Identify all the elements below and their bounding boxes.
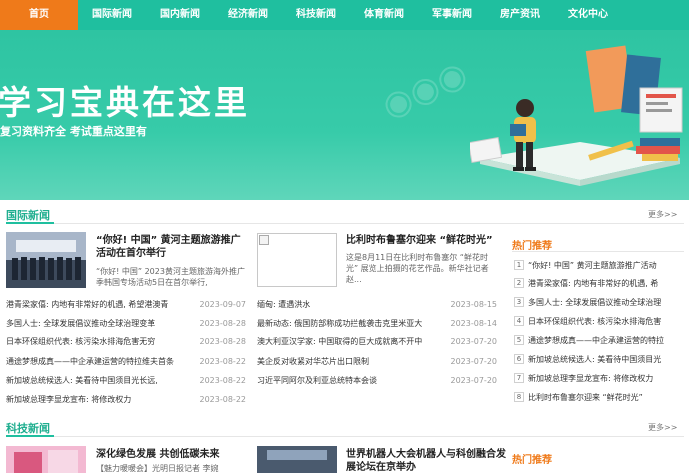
- nav-item-intl[interactable]: 国际新闻: [78, 0, 146, 30]
- hot-divider: [512, 251, 684, 252]
- feature-title-intl-1[interactable]: “你好! 中国” 黄河主题旅游推广活动在首尔举行: [96, 234, 250, 260]
- feature-title-tech-2[interactable]: 世界机器人大会机器人与科创融合发展论坛在京举办: [346, 448, 506, 473]
- feature-image-tech-2[interactable]: [257, 446, 337, 473]
- nav-item-sports[interactable]: 体育新闻: [350, 0, 418, 30]
- hot-title-intl: 热门推荐: [512, 241, 552, 252]
- hot-item[interactable]: 2 港青梁家僖: 内地有非常好的机遇, 希: [514, 274, 684, 292]
- list-item[interactable]: 最新动态: 俄国防部称成功拦截袭击克里米亚大 2023-08-14: [257, 315, 497, 332]
- more-link-tech[interactable]: 更多>>: [648, 422, 677, 433]
- feature-image-intl-2[interactable]: [257, 233, 337, 287]
- nav-item-domestic[interactable]: 国内新闻: [146, 0, 214, 30]
- list-item[interactable]: 港青梁家僖: 内地有非常好的机遇, 希望港澳青 2023-09-07: [6, 296, 246, 313]
- hot-item[interactable]: 8 比利时布鲁塞尔迎来 “鲜花时光”: [514, 388, 684, 406]
- nav-item-home[interactable]: 首页: [0, 0, 78, 30]
- banner-subtitle: 复习资料齐全 考试重点这里有: [0, 125, 147, 138]
- hot-item[interactable]: 5 通途梦想成真——中企承建运营的特拉: [514, 331, 684, 349]
- rank-badge: 6: [514, 354, 524, 364]
- rank-badge: 7: [514, 373, 524, 383]
- list-item[interactable]: 澳大利亚汉学家: 中国取得的巨大成就离不开中 2023-07-20: [257, 333, 497, 350]
- list-item[interactable]: 新加坡总统候选人: 美看待中国须目光长远, 2023-08-22: [6, 372, 246, 389]
- hero-banner[interactable]: ◉◉◉ 学习宝典在这里 复习资料齐全 考试重点这里有: [0, 30, 689, 200]
- hot-item[interactable]: 6 新加坡总统候选人: 美看待中国须目光: [514, 350, 684, 368]
- nav-item-military[interactable]: 军事新闻: [418, 0, 486, 30]
- feature-image-tech-1[interactable]: [6, 446, 86, 473]
- rank-badge: 8: [514, 392, 524, 402]
- list-item[interactable]: 美企反对收紧对华芯片出口限制 2023-07-20: [257, 353, 497, 370]
- group-photo: [6, 232, 86, 288]
- hot-item[interactable]: 4 日本环保组织代表: 核污染水排海危害: [514, 312, 684, 330]
- feature-title-tech-1[interactable]: 深化绿色发展 共创低碳未来: [96, 448, 250, 461]
- broken-image-icon: [259, 235, 269, 245]
- hot-item[interactable]: 1 “你好! 中国” 黄河主题旅游推广活动: [514, 256, 684, 274]
- section-title-intl: 国际新闻: [6, 209, 50, 222]
- nav-item-realestate[interactable]: 房产资讯: [486, 0, 554, 30]
- nav-item-economy[interactable]: 经济新闻: [214, 0, 282, 30]
- feature-desc-tech-1: 【魅力暖暖会】光明日报记者 李婉: [96, 464, 219, 473]
- section-divider: [6, 435, 684, 437]
- more-link-intl[interactable]: 更多>>: [648, 209, 677, 220]
- section-title-tech: 科技新闻: [6, 422, 50, 435]
- section-divider: [6, 222, 684, 224]
- hot-item[interactable]: 3 多国人士: 全球发展倡议推动全球治理: [514, 293, 684, 311]
- list-item[interactable]: 通途梦想成真——中企承建运营的特拉维夫首条 2023-08-22: [6, 353, 246, 370]
- rank-badge: 4: [514, 316, 524, 326]
- top-nav: 首页 国际新闻 国内新闻 经济新闻 科技新闻 体育新闻 军事新闻 房产资讯 文化…: [0, 0, 689, 30]
- banner-title: 学习宝典在这里: [0, 83, 250, 122]
- rank-badge: 2: [514, 278, 524, 288]
- list-item[interactable]: 习近平同阿尔及利亚总统特本会谈 2023-07-20: [257, 372, 497, 389]
- conference-photo: [257, 446, 337, 473]
- hot-item[interactable]: 7 新加坡总理李显龙宣布: 将修改权力: [514, 369, 684, 387]
- rank-badge: 5: [514, 335, 524, 345]
- student-books-illustration: [470, 45, 683, 186]
- list-item[interactable]: 日本环保组织代表: 核污染水排海危害无穷 2023-08-28: [6, 333, 246, 350]
- hot-title-tech: 热门推荐: [512, 455, 552, 466]
- nav-item-culture[interactable]: 文化中心: [554, 0, 622, 30]
- list-item[interactable]: 缅甸: 遭遇洪水 2023-08-15: [257, 296, 497, 313]
- feature-title-intl-2[interactable]: 比利时布鲁塞尔迎来 “鲜花时光”: [346, 234, 494, 247]
- nav-item-tech[interactable]: 科技新闻: [282, 0, 350, 30]
- feature-desc-intl-2: 这是8月11日在比利时布鲁塞尔 “鲜花时光” 展览上拍摄的花艺作品。新华社记者赵…: [346, 253, 489, 284]
- feature-desc-intl-1: “你好! 中国” 2023黄河主题旅游海外推广季韩国专场活动5日在首尔举行,: [96, 267, 245, 287]
- rank-badge: 3: [514, 297, 524, 307]
- exhibition-photo: [6, 446, 86, 473]
- feature-image-intl-1[interactable]: [6, 232, 86, 288]
- watermark: ◉◉◉: [375, 53, 474, 127]
- list-item[interactable]: 多国人士: 全球发展倡议推动全球治理变革 2023-08-28: [6, 315, 246, 332]
- rank-badge: 1: [514, 260, 524, 270]
- list-item[interactable]: 新加坡总理李显龙宣布: 将修改权力 2023-08-22: [6, 391, 246, 408]
